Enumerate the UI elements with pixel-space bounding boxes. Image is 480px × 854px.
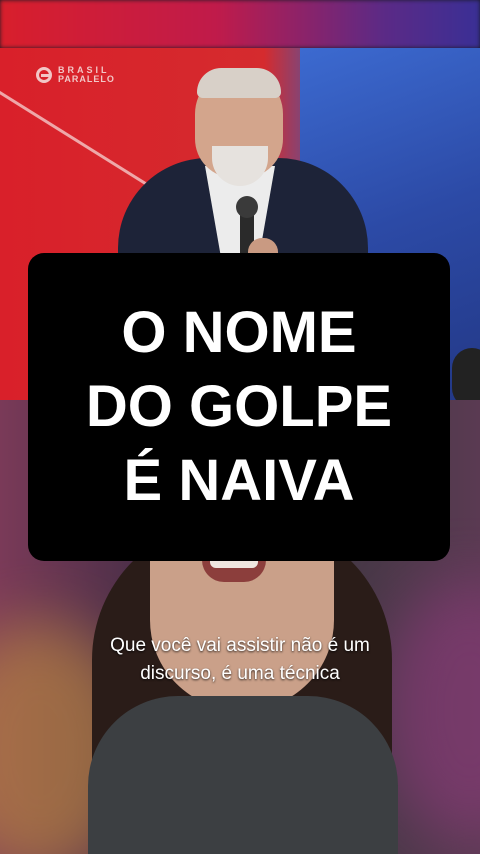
watermark-line2: PARALELO: [58, 74, 115, 84]
watermark-text: BRASIL PARALELO: [58, 66, 115, 84]
video-frame[interactable]: BRASIL PARALELO O NOME DO GOLPE É NAIVA …: [0, 0, 480, 854]
title-line-2: DO GOLPE: [85, 374, 393, 439]
presenter-teeth: [210, 560, 258, 568]
blurred-top-band: [0, 0, 480, 48]
subtitle-caption: Que você vai assistir não é um discurso,…: [110, 635, 370, 684]
presenter-shirt: [88, 696, 398, 854]
title-card: O NOME DO GOLPE É NAIVA: [28, 253, 450, 561]
speaker-hair: [197, 68, 281, 98]
title-text: O NOME DO GOLPE É NAIVA: [86, 296, 392, 518]
microphone-head: [236, 196, 258, 218]
brasil-paralelo-logo-icon: [36, 67, 52, 83]
background-figure: [452, 348, 480, 400]
title-line-1: O NOME: [121, 300, 357, 365]
watermark-logo: BRASIL PARALELO: [36, 66, 115, 84]
title-line-3: É NAIVA: [123, 448, 355, 513]
